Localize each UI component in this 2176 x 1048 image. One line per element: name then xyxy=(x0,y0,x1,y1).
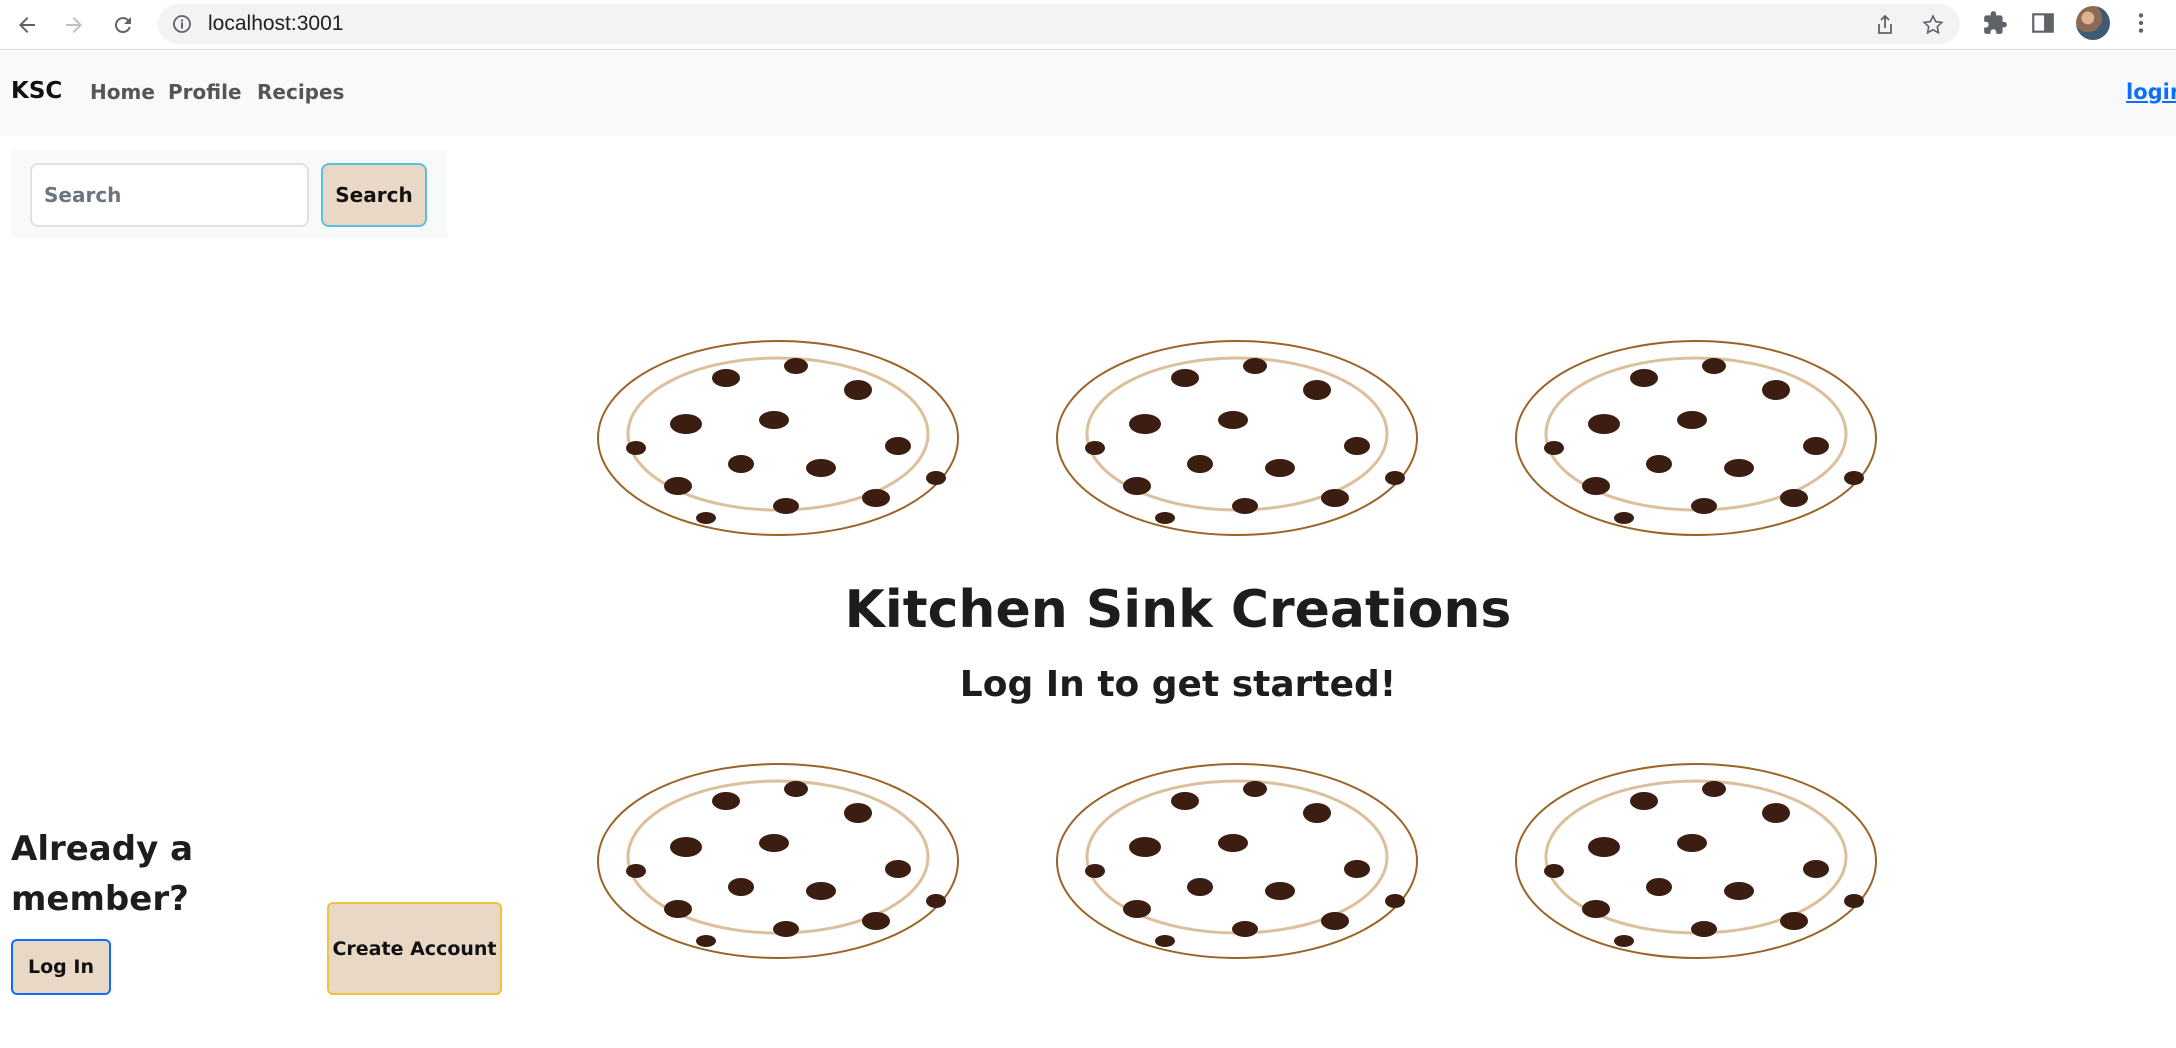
url-text: localhost:3001 xyxy=(208,12,344,35)
cookie-image xyxy=(596,339,960,537)
cookie-image xyxy=(596,762,960,960)
nav-link-profile[interactable]: Profile xyxy=(168,80,242,104)
forward-icon xyxy=(66,17,82,33)
forward-button[interactable] xyxy=(57,8,91,42)
cookie-image xyxy=(1055,339,1419,537)
menu-kebab-icon[interactable] xyxy=(2128,10,2154,36)
reload-button[interactable] xyxy=(106,8,140,42)
cookie-image xyxy=(1055,762,1419,960)
site-info-icon[interactable] xyxy=(172,14,192,34)
search-input[interactable] xyxy=(30,163,309,227)
profile-avatar[interactable] xyxy=(2076,6,2110,40)
nav-link-recipes[interactable]: Recipes xyxy=(257,80,344,104)
back-button[interactable] xyxy=(10,8,44,42)
page-subtitle: Log In to get started! xyxy=(959,664,1397,705)
address-bar[interactable]: localhost:3001 xyxy=(158,4,1960,44)
bookmark-star-icon[interactable] xyxy=(1922,14,1944,36)
side-panel-icon[interactable] xyxy=(2030,10,2056,36)
page-title: Kitchen Sink Creations xyxy=(844,580,1512,640)
nav-link-home[interactable]: Home xyxy=(90,80,155,104)
member-question: Already a member? xyxy=(11,829,194,919)
extensions-icon[interactable] xyxy=(1982,10,2008,36)
cookie-image xyxy=(1514,339,1878,537)
login-button[interactable]: Log In xyxy=(11,939,111,995)
create-account-button[interactable]: Create Account xyxy=(327,902,502,995)
reload-icon xyxy=(114,17,131,34)
search-button[interactable]: Search xyxy=(321,163,427,227)
brand-logo[interactable]: KSC xyxy=(11,78,62,104)
share-icon[interactable] xyxy=(1874,14,1896,36)
nav-login-link[interactable]: login xyxy=(2126,80,2176,104)
cookie-image xyxy=(1514,762,1878,960)
browser-toolbar: localhost:3001 xyxy=(0,0,2176,50)
back-icon xyxy=(19,17,35,33)
